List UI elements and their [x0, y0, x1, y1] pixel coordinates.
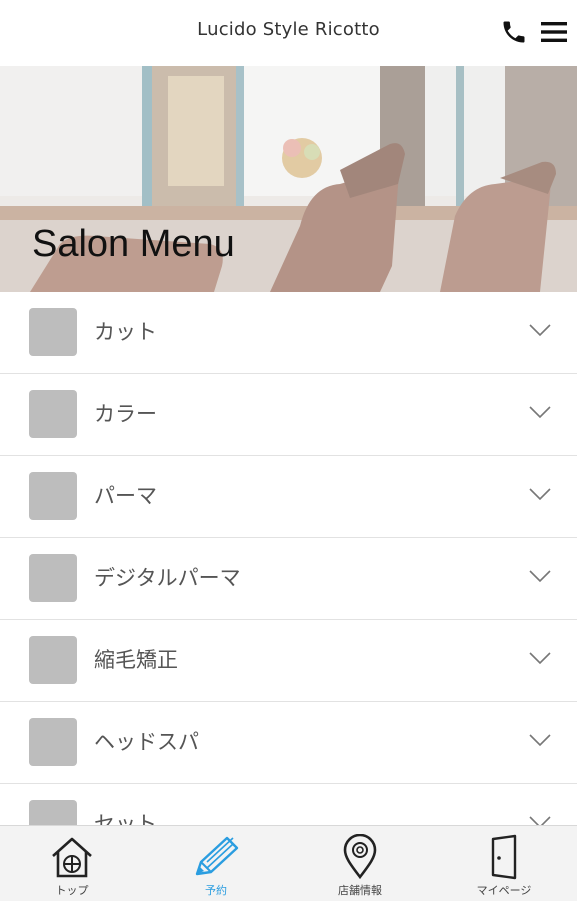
chevron-down-icon — [529, 652, 551, 665]
menu-item-straightening[interactable]: 縮毛矯正 — [0, 620, 577, 702]
menu-item-label: 縮毛矯正 — [94, 648, 178, 672]
menu-item-label: デジタルパーマ — [94, 566, 241, 590]
chevron-down-icon — [529, 406, 551, 419]
pencil-icon — [195, 836, 239, 876]
map-pin-icon — [343, 834, 377, 880]
menu-item-thumbnail — [29, 308, 77, 356]
chevron-down-icon — [529, 488, 551, 501]
salon-menu-list: カット カラー パーマ デジタルパーマ 縮毛矯正 ヘッドスパ セット — [0, 292, 577, 825]
menu-item-label: カラー — [94, 402, 157, 426]
chevron-down-icon — [529, 324, 551, 337]
menu-item-set[interactable]: セット — [0, 784, 577, 825]
nav-label: 店舗情報 — [338, 884, 382, 897]
menu-item-thumbnail — [29, 554, 77, 602]
menu-item-thumbnail — [29, 718, 77, 766]
door-icon — [491, 834, 517, 880]
menu-item-label: ヘッドスパ — [94, 730, 199, 754]
menu-item-label: パーマ — [94, 484, 157, 508]
menu-item-cut[interactable]: カット — [0, 292, 577, 374]
app-title: Lucido Style Ricotto — [197, 19, 380, 40]
menu-item-thumbnail — [29, 390, 77, 438]
nav-item-top[interactable]: トップ — [0, 826, 144, 901]
menu-item-thumbnail — [29, 800, 77, 825]
hamburger-menu-icon[interactable] — [540, 20, 568, 44]
menu-item-perm[interactable]: パーマ — [0, 456, 577, 538]
menu-item-thumbnail — [29, 636, 77, 684]
hero-banner: Salon Menu — [0, 66, 577, 292]
nav-label: マイページ — [476, 884, 532, 897]
page-title: Salon Menu — [32, 223, 235, 265]
bottom-nav: トップ 予約 店舗情報 マイページ — [0, 825, 577, 901]
menu-item-thumbnail — [29, 472, 77, 520]
chevron-down-icon — [529, 570, 551, 583]
menu-item-digital-perm[interactable]: デジタルパーマ — [0, 538, 577, 620]
nav-item-my-page[interactable]: マイページ — [432, 826, 576, 901]
nav-label: 予約 — [205, 884, 227, 897]
home-icon — [52, 837, 92, 878]
nav-item-store-info[interactable]: 店舗情報 — [288, 826, 432, 901]
menu-item-color[interactable]: カラー — [0, 374, 577, 456]
phone-icon[interactable] — [500, 18, 528, 46]
nav-label: トップ — [55, 884, 89, 897]
menu-item-label: セット — [94, 812, 157, 825]
chevron-down-icon — [529, 816, 551, 825]
menu-item-head-spa[interactable]: ヘッドスパ — [0, 702, 577, 784]
app-header: Lucido Style Ricotto — [0, 0, 577, 66]
menu-item-label: カット — [94, 320, 157, 344]
chevron-down-icon — [529, 734, 551, 747]
nav-item-reservation[interactable]: 予約 — [144, 826, 288, 901]
